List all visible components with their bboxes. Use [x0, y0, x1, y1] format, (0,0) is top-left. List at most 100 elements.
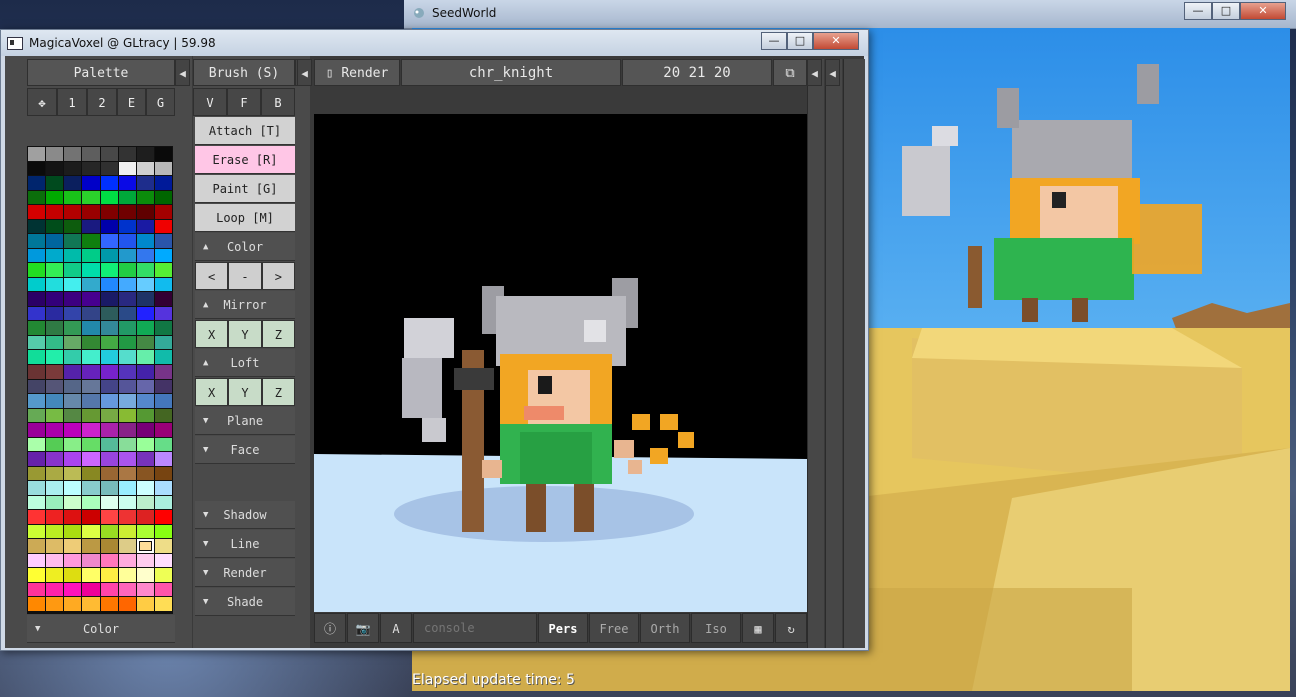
palette-swatch[interactable] [28, 263, 46, 277]
palette-swatch[interactable] [64, 161, 82, 176]
palette-swatch[interactable] [100, 190, 118, 205]
palette-swatch[interactable] [154, 306, 172, 321]
palette-swatch[interactable] [154, 234, 172, 248]
palette-collapse-arrow[interactable]: ◀ [175, 59, 190, 86]
palette-swatch[interactable] [136, 437, 154, 452]
palette-swatch[interactable] [136, 219, 154, 234]
close-button[interactable]: ✕ [1240, 2, 1286, 20]
reset-view-icon[interactable]: ↻ [775, 613, 807, 643]
palette-swatch[interactable] [154, 219, 172, 234]
loft-section[interactable]: ▲ Loft [195, 349, 295, 377]
palette-swatch[interactable] [82, 350, 100, 364]
mv-maximize-button[interactable]: □ [787, 32, 813, 50]
info-icon[interactable]: ⓘ [314, 613, 346, 643]
palette-swatch[interactable] [46, 582, 64, 597]
palette-swatch[interactable] [154, 437, 172, 452]
palette-swatch[interactable] [46, 219, 64, 234]
palette-swatch[interactable] [136, 147, 154, 161]
palette-swatch[interactable] [100, 553, 118, 568]
palette-swatch[interactable] [64, 219, 82, 234]
palette-swatch[interactable] [154, 350, 172, 364]
palette-swatch[interactable] [82, 161, 100, 176]
palette-swatch[interactable] [46, 394, 64, 408]
palette-swatch[interactable] [100, 452, 118, 466]
palette-swatch[interactable] [100, 510, 118, 524]
palette-swatch[interactable] [100, 539, 118, 553]
palette-swatch[interactable] [46, 248, 64, 263]
palette-swatch[interactable] [82, 423, 100, 437]
palette-swatch[interactable] [64, 582, 82, 597]
palette-swatch[interactable] [46, 597, 64, 611]
palette-swatch[interactable] [100, 277, 118, 292]
palette-swatch[interactable] [100, 481, 118, 495]
palette-swatch[interactable] [46, 234, 64, 248]
palette-swatch[interactable] [64, 277, 82, 292]
model-dimensions[interactable]: 20 21 20 [622, 59, 772, 86]
palette-tab-swatch[interactable]: ✥ [27, 88, 57, 116]
face-section[interactable]: ▼ Face [195, 436, 295, 464]
palette-swatch[interactable] [82, 408, 100, 423]
mode-pers[interactable]: Pers [538, 613, 588, 643]
palette-swatch[interactable] [136, 466, 154, 481]
palette-swatch[interactable] [46, 408, 64, 423]
palette-swatch[interactable] [154, 553, 172, 568]
palette-swatch[interactable] [118, 321, 136, 335]
palette-swatch[interactable] [118, 495, 136, 510]
palette-swatch[interactable] [64, 306, 82, 321]
palette-swatch[interactable] [28, 147, 46, 161]
palette-swatch[interactable] [64, 350, 82, 364]
palette-swatch[interactable] [46, 364, 64, 379]
resize-icon[interactable]: ⧉ [773, 59, 807, 86]
palette-swatch[interactable] [154, 335, 172, 350]
brush-tab-v[interactable]: V [193, 88, 227, 116]
mv-minimize-button[interactable]: — [761, 32, 787, 50]
palette-swatch[interactable] [118, 597, 136, 611]
palette-swatch[interactable] [46, 147, 64, 161]
palette-swatch[interactable] [118, 292, 136, 306]
palette-swatch[interactable] [154, 364, 172, 379]
palette-swatch[interactable] [100, 364, 118, 379]
grid-icon[interactable]: ▦ [742, 613, 774, 643]
palette-swatch[interactable] [100, 161, 118, 176]
palette-color-section[interactable]: ▼ Color [27, 615, 175, 643]
palette-swatch[interactable] [118, 219, 136, 234]
palette-swatch[interactable] [82, 597, 100, 611]
palette-swatch[interactable] [118, 379, 136, 394]
palette-swatch[interactable] [100, 597, 118, 611]
palette-swatch[interactable] [28, 350, 46, 364]
palette-swatch[interactable] [46, 495, 64, 510]
palette-swatch[interactable] [118, 277, 136, 292]
palette-swatch[interactable] [136, 394, 154, 408]
palette-swatch[interactable] [136, 234, 154, 248]
mode-free[interactable]: Free [589, 613, 639, 643]
palette-swatch[interactable] [28, 597, 46, 611]
palette-swatch[interactable] [118, 408, 136, 423]
palette-swatch[interactable] [46, 306, 64, 321]
left-panel-toggle[interactable]: ◀ [297, 59, 312, 86]
palette-tab-e[interactable]: E [117, 88, 146, 116]
loft-z-button[interactable]: Z [261, 378, 295, 406]
shade-section[interactable]: ▼ Shade [195, 588, 295, 616]
palette-swatch[interactable] [28, 481, 46, 495]
palette-swatch[interactable] [28, 205, 46, 219]
color-prev-button[interactable]: < [195, 262, 229, 290]
palette-swatch[interactable] [154, 481, 172, 495]
loft-y-button[interactable]: Y [228, 378, 262, 406]
palette-swatch[interactable] [28, 524, 46, 539]
palette-swatch[interactable] [136, 524, 154, 539]
voxel-scene[interactable] [314, 114, 807, 612]
brush-tab-b[interactable]: B [261, 88, 295, 116]
palette-swatch[interactable] [46, 481, 64, 495]
palette-swatch[interactable] [118, 234, 136, 248]
palette-swatch[interactable] [136, 263, 154, 277]
palette-swatch[interactable] [118, 452, 136, 466]
palette-swatch[interactable] [100, 176, 118, 190]
palette-swatch[interactable] [82, 335, 100, 350]
palette-swatch[interactable] [64, 321, 82, 335]
palette-swatch[interactable] [136, 248, 154, 263]
palette-swatch[interactable] [136, 510, 154, 524]
palette-swatch[interactable] [46, 568, 64, 582]
palette-swatch[interactable] [154, 568, 172, 582]
palette-swatch[interactable] [28, 335, 46, 350]
console-input[interactable] [413, 613, 537, 643]
